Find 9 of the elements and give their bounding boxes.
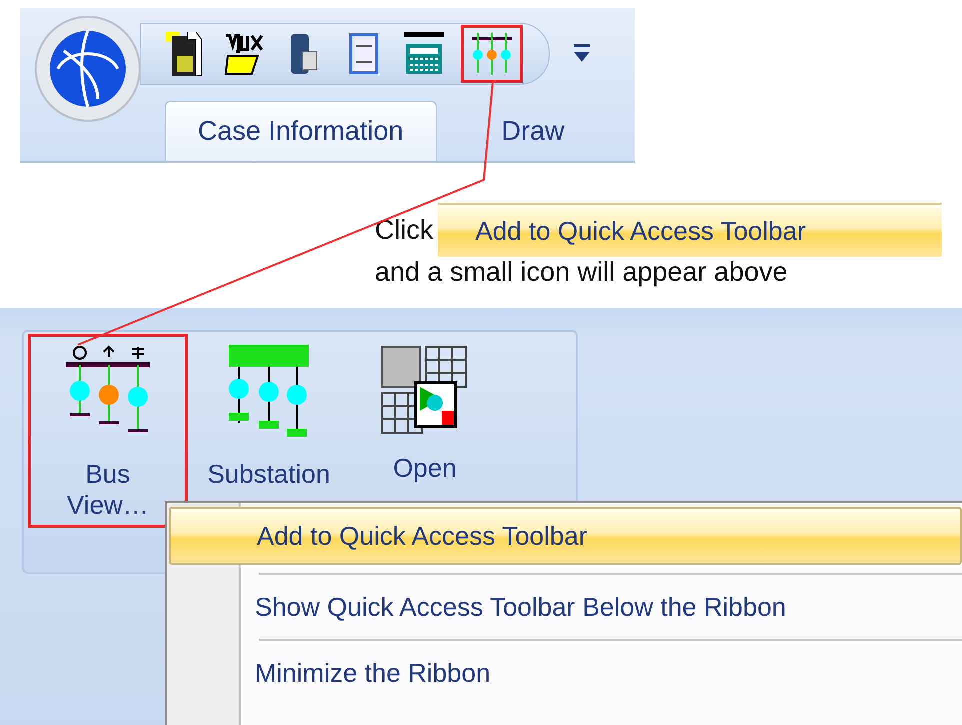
menu-item[interactable]: Add to Quick Access Toolbar [169,507,962,565]
instruction-text: and a small icon will appear above [375,257,789,288]
ribbon-tab[interactable]: Case Information [165,101,437,161]
instruction-text: Click [375,214,434,246]
menu-item[interactable]: Show Quick Access Toolbar Below the Ribbon [167,575,962,639]
ribbon-button[interactable]: Bus View… [28,334,188,528]
ribbon-tab[interactable]: Draw [476,101,590,161]
menu-item-example: Add to Quick Access Toolbar [438,203,942,257]
menu-item[interactable]: Minimize the Ribbon [167,641,962,705]
